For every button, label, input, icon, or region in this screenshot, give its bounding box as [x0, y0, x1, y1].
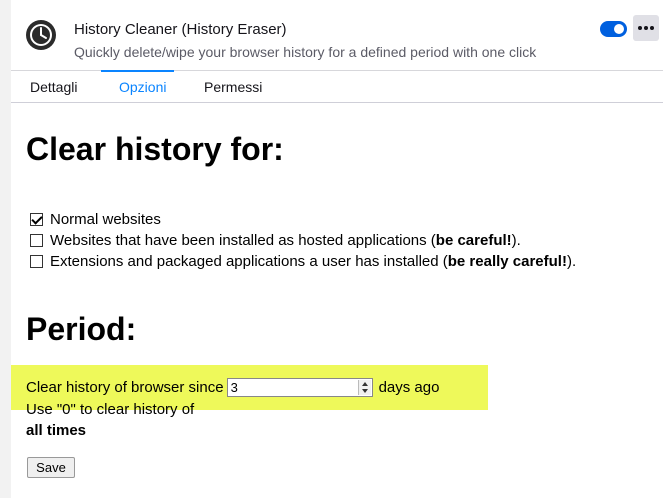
period-heading: Period:: [26, 311, 137, 347]
save-button[interactable]: Save: [27, 457, 75, 478]
zero-hint: Use "0" to clear history of: [26, 401, 195, 418]
tab-permessi[interactable]: Permessi: [204, 79, 262, 95]
checkbox-normal-websites[interactable]: [30, 213, 43, 226]
extension-header: History Cleaner (History Eraser) Quickly…: [11, 0, 663, 70]
left-border: [0, 0, 11, 498]
tab-bar: Dettagli Opzioni Permessi: [11, 70, 663, 103]
warning-text: be really careful!: [447, 253, 567, 270]
days-input[interactable]: 3: [226, 378, 373, 397]
toggle-knob: [614, 24, 624, 34]
option-label: Websites that have been installed as hos…: [50, 232, 436, 249]
checkbox-hosted-apps[interactable]: [30, 234, 43, 247]
option-label: Extensions and packaged applications a u…: [50, 253, 448, 270]
option-normal-websites[interactable]: Normal websites: [30, 211, 161, 228]
extension-title: History Cleaner (History Eraser): [74, 21, 287, 38]
option-hosted-apps[interactable]: Websites that have been installed as hos…: [30, 232, 521, 249]
options-panel: Clear history for: Normal websites Websi…: [11, 103, 663, 498]
more-options-button[interactable]: [633, 15, 659, 41]
tab-opzioni[interactable]: Opzioni: [119, 79, 166, 95]
warning-text: be careful!: [435, 232, 512, 249]
extension-description: Quickly delete/wipe your browser history…: [74, 44, 537, 60]
clear-history-heading: Clear history for:: [26, 131, 284, 167]
period-row: Clear history of browser since 3 days ag…: [26, 378, 439, 397]
option-label: Normal websites: [50, 211, 161, 228]
days-suffix: days ago: [378, 379, 440, 396]
active-tab-indicator: [101, 70, 174, 72]
all-times-text: all times: [26, 422, 87, 439]
enable-toggle[interactable]: [600, 21, 627, 37]
tab-dettagli[interactable]: Dettagli: [30, 79, 77, 95]
days-value: 3: [230, 380, 238, 395]
days-spinner[interactable]: [357, 380, 371, 395]
since-label: Clear history of browser since: [26, 379, 224, 396]
checkbox-extensions[interactable]: [30, 255, 43, 268]
option-suffix: ).: [566, 253, 577, 270]
clock-icon: [26, 20, 56, 50]
option-extensions[interactable]: Extensions and packaged applications a u…: [30, 253, 576, 270]
option-suffix: ).: [511, 232, 521, 249]
